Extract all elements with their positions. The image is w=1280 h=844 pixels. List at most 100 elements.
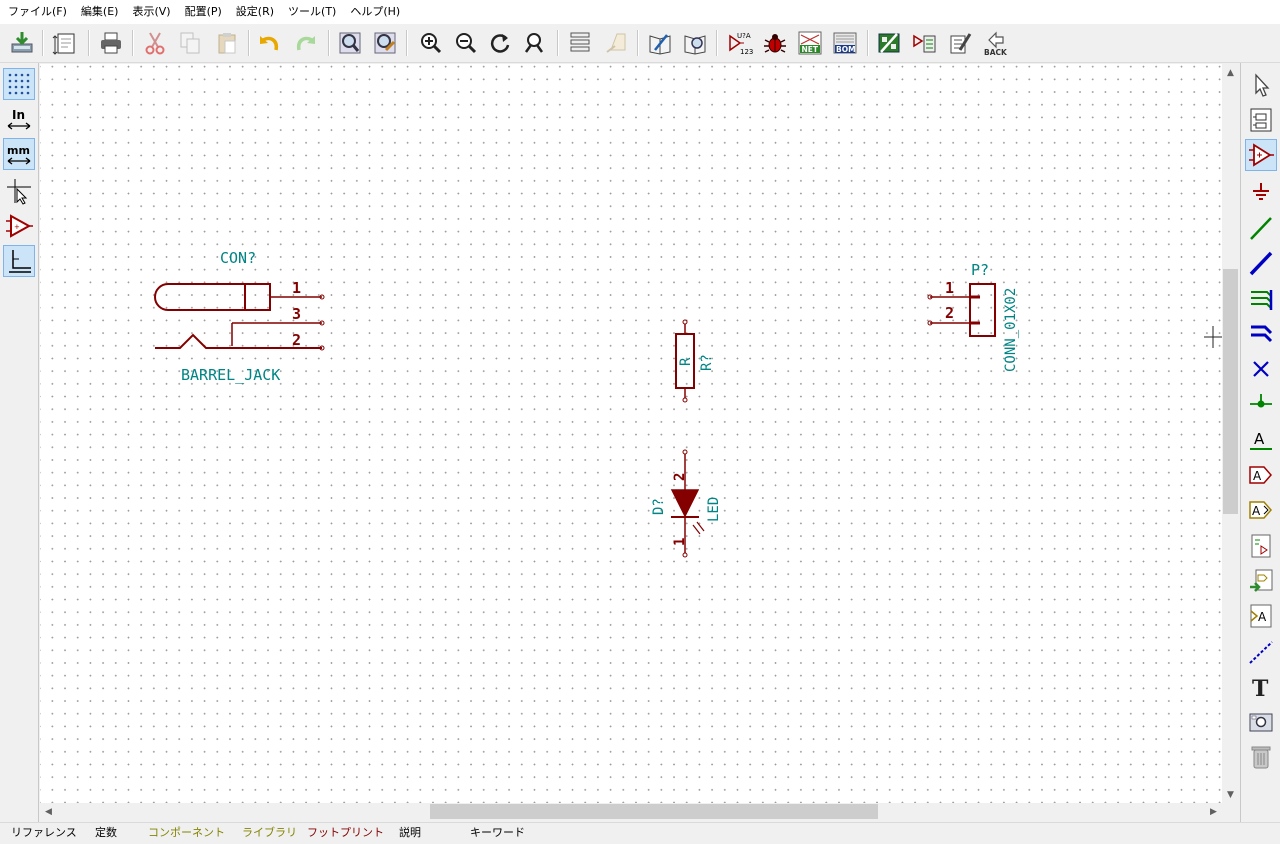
hierarchical-label-button[interactable]: A [1245, 494, 1277, 526]
text-tool-button[interactable]: T [1245, 671, 1277, 703]
print-button[interactable] [96, 28, 126, 58]
library-editor-icon [649, 34, 671, 55]
menu-help[interactable]: ヘルプ(H) [343, 0, 407, 24]
connector-symbol[interactable]: P? 1 2 CONN_01X02 [927, 261, 1019, 372]
sheet-pin-button[interactable]: A [1245, 600, 1277, 632]
sheet-icon [1251, 534, 1271, 558]
menu-tools[interactable]: ツール(T) [281, 0, 343, 24]
orthogonal-lines-icon [9, 250, 31, 273]
menu-edit[interactable]: 編集(E) [74, 0, 126, 24]
import-sheet-pin-button[interactable] [1245, 565, 1277, 597]
net-label-icon: A [1250, 430, 1272, 450]
junction-button[interactable] [1245, 388, 1277, 420]
annotate-icon: U?A 123 [729, 32, 753, 56]
zoom-fit-button[interactable] [519, 28, 549, 58]
wire-bus-entry-button[interactable] [1245, 282, 1277, 314]
component-icon [1249, 143, 1274, 167]
library-editor-button[interactable] [645, 28, 675, 58]
sheet-pin-icon: A [1250, 604, 1272, 628]
add-power-button[interactable] [1245, 176, 1277, 208]
led-symbol[interactable]: 2 1 D? LED [651, 449, 722, 558]
cvpcb-button[interactable] [874, 28, 904, 58]
find-replace-button[interactable] [370, 28, 400, 58]
annotate-sub-label: 123 [740, 48, 753, 56]
delete-tool-button[interactable] [1245, 741, 1277, 773]
menu-preferences[interactable]: 設定(R) [229, 0, 281, 24]
horizontal-scroll-thumb[interactable] [430, 804, 878, 819]
zoom-in-button[interactable] [416, 28, 446, 58]
erc-button[interactable] [760, 28, 790, 58]
paste-button[interactable] [212, 28, 242, 58]
graphic-line-button[interactable] [1245, 636, 1277, 668]
unit-inch-button[interactable]: In [3, 103, 35, 135]
import-footprint-icon [913, 34, 936, 53]
copy-button[interactable] [175, 28, 205, 58]
no-connect-button[interactable] [1245, 353, 1277, 385]
scroll-right-icon[interactable]: ▶ [1205, 803, 1222, 820]
back-annotate-button[interactable]: BACK [981, 28, 1011, 58]
add-wire-button[interactable] [1245, 212, 1277, 244]
add-bus-button[interactable] [1245, 247, 1277, 279]
inch-units-icon: In [7, 108, 31, 130]
menu-place[interactable]: 配置(P) [178, 0, 229, 24]
barrel-jack-symbol[interactable]: CON? 1 3 2 BARREL_JACK [154, 249, 325, 384]
undo-button[interactable] [254, 28, 284, 58]
status-keywords: キーワード [470, 826, 525, 839]
redo-button[interactable] [291, 28, 321, 58]
zoom-redraw-icon [490, 34, 510, 53]
leave-sheet-button[interactable] [601, 28, 631, 58]
find-button[interactable] [335, 28, 365, 58]
cursor-shape-button[interactable] [3, 175, 35, 207]
hidden-pins-icon: + [6, 214, 33, 238]
select-tool-button[interactable] [1245, 69, 1277, 101]
resistor-symbol[interactable]: R R? [675, 319, 715, 403]
library-browser-button[interactable] [680, 28, 710, 58]
led-pin-2: 2 [672, 473, 688, 481]
vertical-scroll-thumb[interactable] [1223, 269, 1238, 514]
net-label-button[interactable]: A [1245, 424, 1277, 456]
schematic-canvas[interactable]: CON? 1 3 2 BARREL_JACK R R? 2 1 D? LED P… [40, 64, 1222, 803]
hierarchy-navigator-button[interactable] [565, 28, 595, 58]
orthogonal-lines-button[interactable] [3, 245, 35, 277]
add-component-button[interactable] [1245, 139, 1277, 171]
hidden-pins-button[interactable]: + [3, 210, 35, 242]
global-label-button[interactable]: A [1245, 459, 1277, 491]
page-settings-button[interactable] [50, 28, 80, 58]
mm-label: mm [7, 144, 30, 157]
scroll-down-icon[interactable]: ▼ [1222, 786, 1239, 803]
menu-view[interactable]: 表示(V) [125, 0, 177, 24]
netlist-button[interactable]: NET [795, 28, 825, 58]
grid-toggle-button[interactable] [3, 68, 35, 100]
hierarchy-tool-button[interactable] [1245, 104, 1277, 136]
unit-mm-button[interactable]: mm [3, 138, 35, 170]
resistor-value: R [678, 357, 694, 366]
vertical-scrollbar[interactable]: ▲ ▼ [1222, 64, 1239, 803]
hierarchical-sheet-button[interactable] [1245, 530, 1277, 562]
zoom-fit-icon [524, 33, 544, 53]
full-cursor-icon [7, 179, 31, 205]
zoom-out-button[interactable] [451, 28, 481, 58]
scroll-up-icon[interactable]: ▲ [1222, 64, 1239, 81]
scroll-left-icon[interactable]: ◀ [40, 803, 57, 820]
annotate-button[interactable]: U?A 123 [725, 28, 755, 58]
svg-text:A: A [1252, 504, 1261, 518]
redo-icon [296, 36, 315, 51]
bus-bus-entry-button[interactable] [1245, 317, 1277, 349]
pcbnew-button[interactable] [946, 28, 976, 58]
bom-label: BOM [836, 45, 856, 54]
cut-button[interactable] [140, 28, 170, 58]
connector-pin-1: 1 [945, 279, 954, 297]
hierarchy-icon [1250, 108, 1272, 132]
import-footprint-button[interactable] [910, 28, 940, 58]
left-options-toolbar: In mm + [0, 63, 39, 823]
image-tool-button[interactable] [1245, 706, 1277, 738]
save-button[interactable] [7, 28, 37, 58]
barrel-jack-pin-1: 1 [292, 279, 301, 297]
zoom-redraw-button[interactable] [485, 28, 515, 58]
horizontal-scrollbar[interactable]: ◀ ▶ [40, 803, 1222, 820]
menu-file[interactable]: ファイル(F) [0, 0, 74, 24]
paste-icon [218, 33, 236, 54]
bom-button[interactable]: BOM [830, 28, 860, 58]
connector-pin-2: 2 [945, 304, 954, 322]
netlist-icon: NET [798, 31, 822, 55]
